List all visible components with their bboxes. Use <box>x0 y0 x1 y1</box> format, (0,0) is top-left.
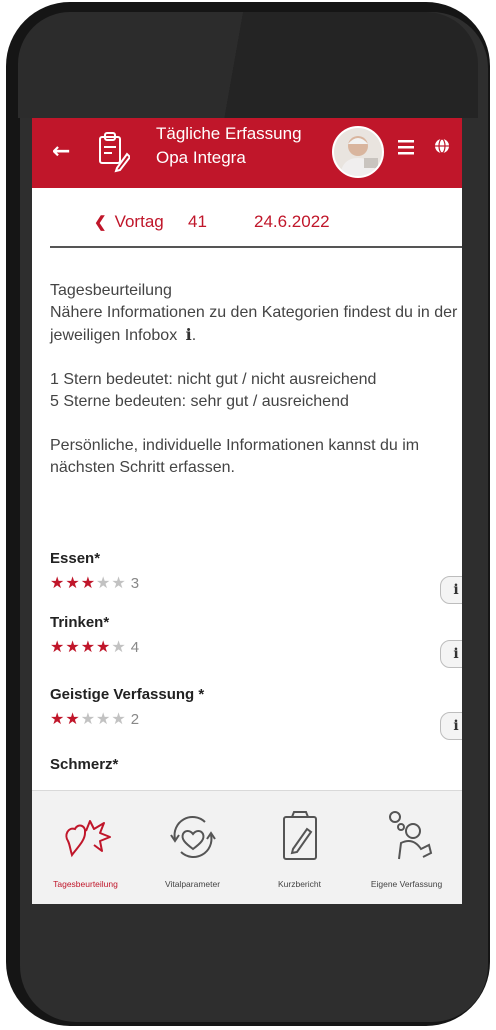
info-text-main: Nähere Informationen zu den Kategorien f… <box>50 304 458 344</box>
rating-value: 4 <box>130 639 141 656</box>
chevron-left-icon: ❮ <box>94 214 107 231</box>
star-empty-icon[interactable]: ★ <box>111 639 126 656</box>
star-filled-icon[interactable]: ★ <box>65 711 80 728</box>
star-rating[interactable]: ★★★★★ 2 <box>50 709 462 729</box>
star-filled-icon[interactable]: ★ <box>81 575 96 592</box>
phone-top-bezel <box>18 12 478 118</box>
app-screen: ← Tägliche Erfassung Opa Integra ❮ Vorta… <box>32 118 462 904</box>
arrow-left-icon[interactable]: ← <box>52 138 70 166</box>
category-schmerz: Schmerz* <box>50 756 462 773</box>
info-heading: Tagesbeurteilung <box>50 282 172 299</box>
category-label: Essen* <box>50 550 101 567</box>
clipboard-edit-icon <box>99 132 130 173</box>
tab-label: Eigene Verfassung <box>370 879 443 889</box>
info-button[interactable]: i <box>440 576 462 604</box>
star-filled-icon[interactable]: ★ <box>50 639 65 656</box>
current-date: 24.6.2022 <box>254 212 330 231</box>
info-button[interactable]: i <box>440 640 462 668</box>
info-paragraph: Nähere Informationen zu den Kategorien f… <box>50 302 462 347</box>
previous-day-label: Vortag <box>114 212 164 231</box>
rating-legend-5: 5 Sterne bedeuten: sehr gut / ausreichen… <box>50 393 349 410</box>
category-label: Geistige Verfassung * <box>50 686 205 703</box>
star-empty-icon[interactable]: ★ <box>111 711 126 728</box>
hearts-icon <box>65 820 111 858</box>
category-label: Schmerz* <box>50 756 119 773</box>
star-rating[interactable]: ★★★★★ 3 <box>50 573 462 593</box>
tab-eigene-verfassung[interactable]: Eigene Verfassung <box>353 791 460 904</box>
tab-vitalparameter[interactable]: Vitalparameter <box>139 791 246 904</box>
previous-day-button[interactable]: ❮ Vortag <box>94 212 164 232</box>
star-filled-icon[interactable]: ★ <box>81 639 96 656</box>
day-number: 41 <box>188 212 207 231</box>
star-filled-icon[interactable]: ★ <box>65 639 80 656</box>
tab-label: Tagesbeurteilung <box>53 879 118 889</box>
person-thought-icon <box>389 811 433 860</box>
avatar-photo <box>334 128 382 176</box>
category-label: Trinken* <box>50 614 110 631</box>
star-filled-icon[interactable]: ★ <box>96 639 111 656</box>
globe-icon[interactable] <box>434 138 450 154</box>
rating-value: 3 <box>130 575 141 592</box>
star-empty-icon[interactable]: ★ <box>81 711 96 728</box>
star-empty-icon[interactable]: ★ <box>96 575 111 592</box>
category-trinken: Trinken* ★★★★★ 4 i <box>50 614 462 668</box>
category-essen: Essen* ★★★★★ 3 i <box>50 550 462 604</box>
category-geistige-verfassung: Geistige Verfassung * ★★★★★ 2 i <box>50 686 462 740</box>
star-filled-icon[interactable]: ★ <box>50 575 65 592</box>
page-subtitle: Opa Integra <box>156 148 246 167</box>
avatar[interactable] <box>332 126 384 178</box>
star-empty-icon[interactable]: ★ <box>111 575 126 592</box>
tab-label: Kurzbericht <box>278 879 321 889</box>
bottom-tab-bar: Tagesbeurteilung Vitalparameter Kurzberi… <box>32 790 462 904</box>
info-button[interactable]: i <box>440 712 462 740</box>
tab-tagesbeurteilung[interactable]: Tagesbeurteilung <box>32 791 139 904</box>
tab-label: Vitalparameter <box>164 879 221 889</box>
star-filled-icon[interactable]: ★ <box>50 711 65 728</box>
page-title: Tägliche Erfassung <box>156 124 302 143</box>
info-text: Tagesbeurteilung Nähere Informationen zu… <box>50 280 462 479</box>
star-rating[interactable]: ★★★★★ 4 <box>50 637 462 657</box>
heart-cycle-icon <box>170 816 216 858</box>
rating-legend-1: 1 Stern bedeutet: nicht gut / nicht ausr… <box>50 371 377 388</box>
hamburger-icon[interactable] <box>398 139 414 155</box>
clipboard-pen-icon <box>283 811 317 860</box>
divider <box>50 246 462 248</box>
date-navigation: ❮ Vortag 41 24.6.2022 <box>32 188 462 248</box>
info-next-step: Persönliche, individuelle Informationen … <box>50 437 420 476</box>
app-header: ← Tägliche Erfassung Opa Integra <box>32 118 462 188</box>
info-text-end: . <box>191 327 197 344</box>
star-filled-icon[interactable]: ★ <box>65 575 80 592</box>
rating-value: 2 <box>130 711 141 728</box>
tab-kurzbericht[interactable]: Kurzbericht <box>246 791 353 904</box>
star-empty-icon[interactable]: ★ <box>96 711 111 728</box>
